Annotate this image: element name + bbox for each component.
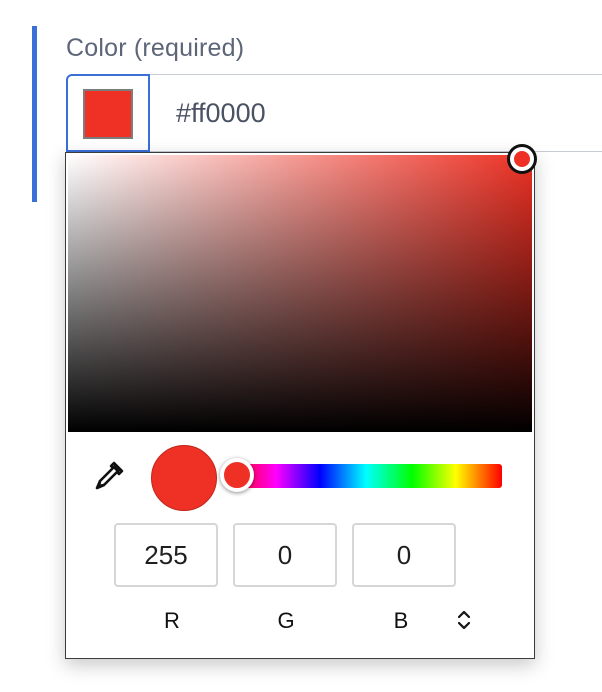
eyedropper-icon[interactable] <box>92 459 126 493</box>
field-accent-bar <box>32 26 37 202</box>
red-input[interactable] <box>114 523 218 587</box>
blue-input[interactable] <box>352 523 456 587</box>
chevron-up-down-icon[interactable] <box>454 609 474 631</box>
green-label: G <box>277 608 295 633</box>
color-swatch-button[interactable] <box>66 74 150 152</box>
color-picker-popover: R G B <box>65 147 535 659</box>
red-label: R <box>164 608 180 633</box>
field-label: Color (required) <box>66 34 245 62</box>
blue-label: B <box>393 608 409 633</box>
color-preview <box>151 445 217 511</box>
color-swatch <box>83 89 133 139</box>
green-input[interactable] <box>233 523 337 587</box>
hex-color-input[interactable] <box>150 74 602 152</box>
hue-slider[interactable] <box>220 458 502 492</box>
saturation-value-area[interactable] <box>68 147 534 432</box>
hue-thumb[interactable] <box>220 458 254 492</box>
saturation-thumb[interactable] <box>510 147 534 171</box>
